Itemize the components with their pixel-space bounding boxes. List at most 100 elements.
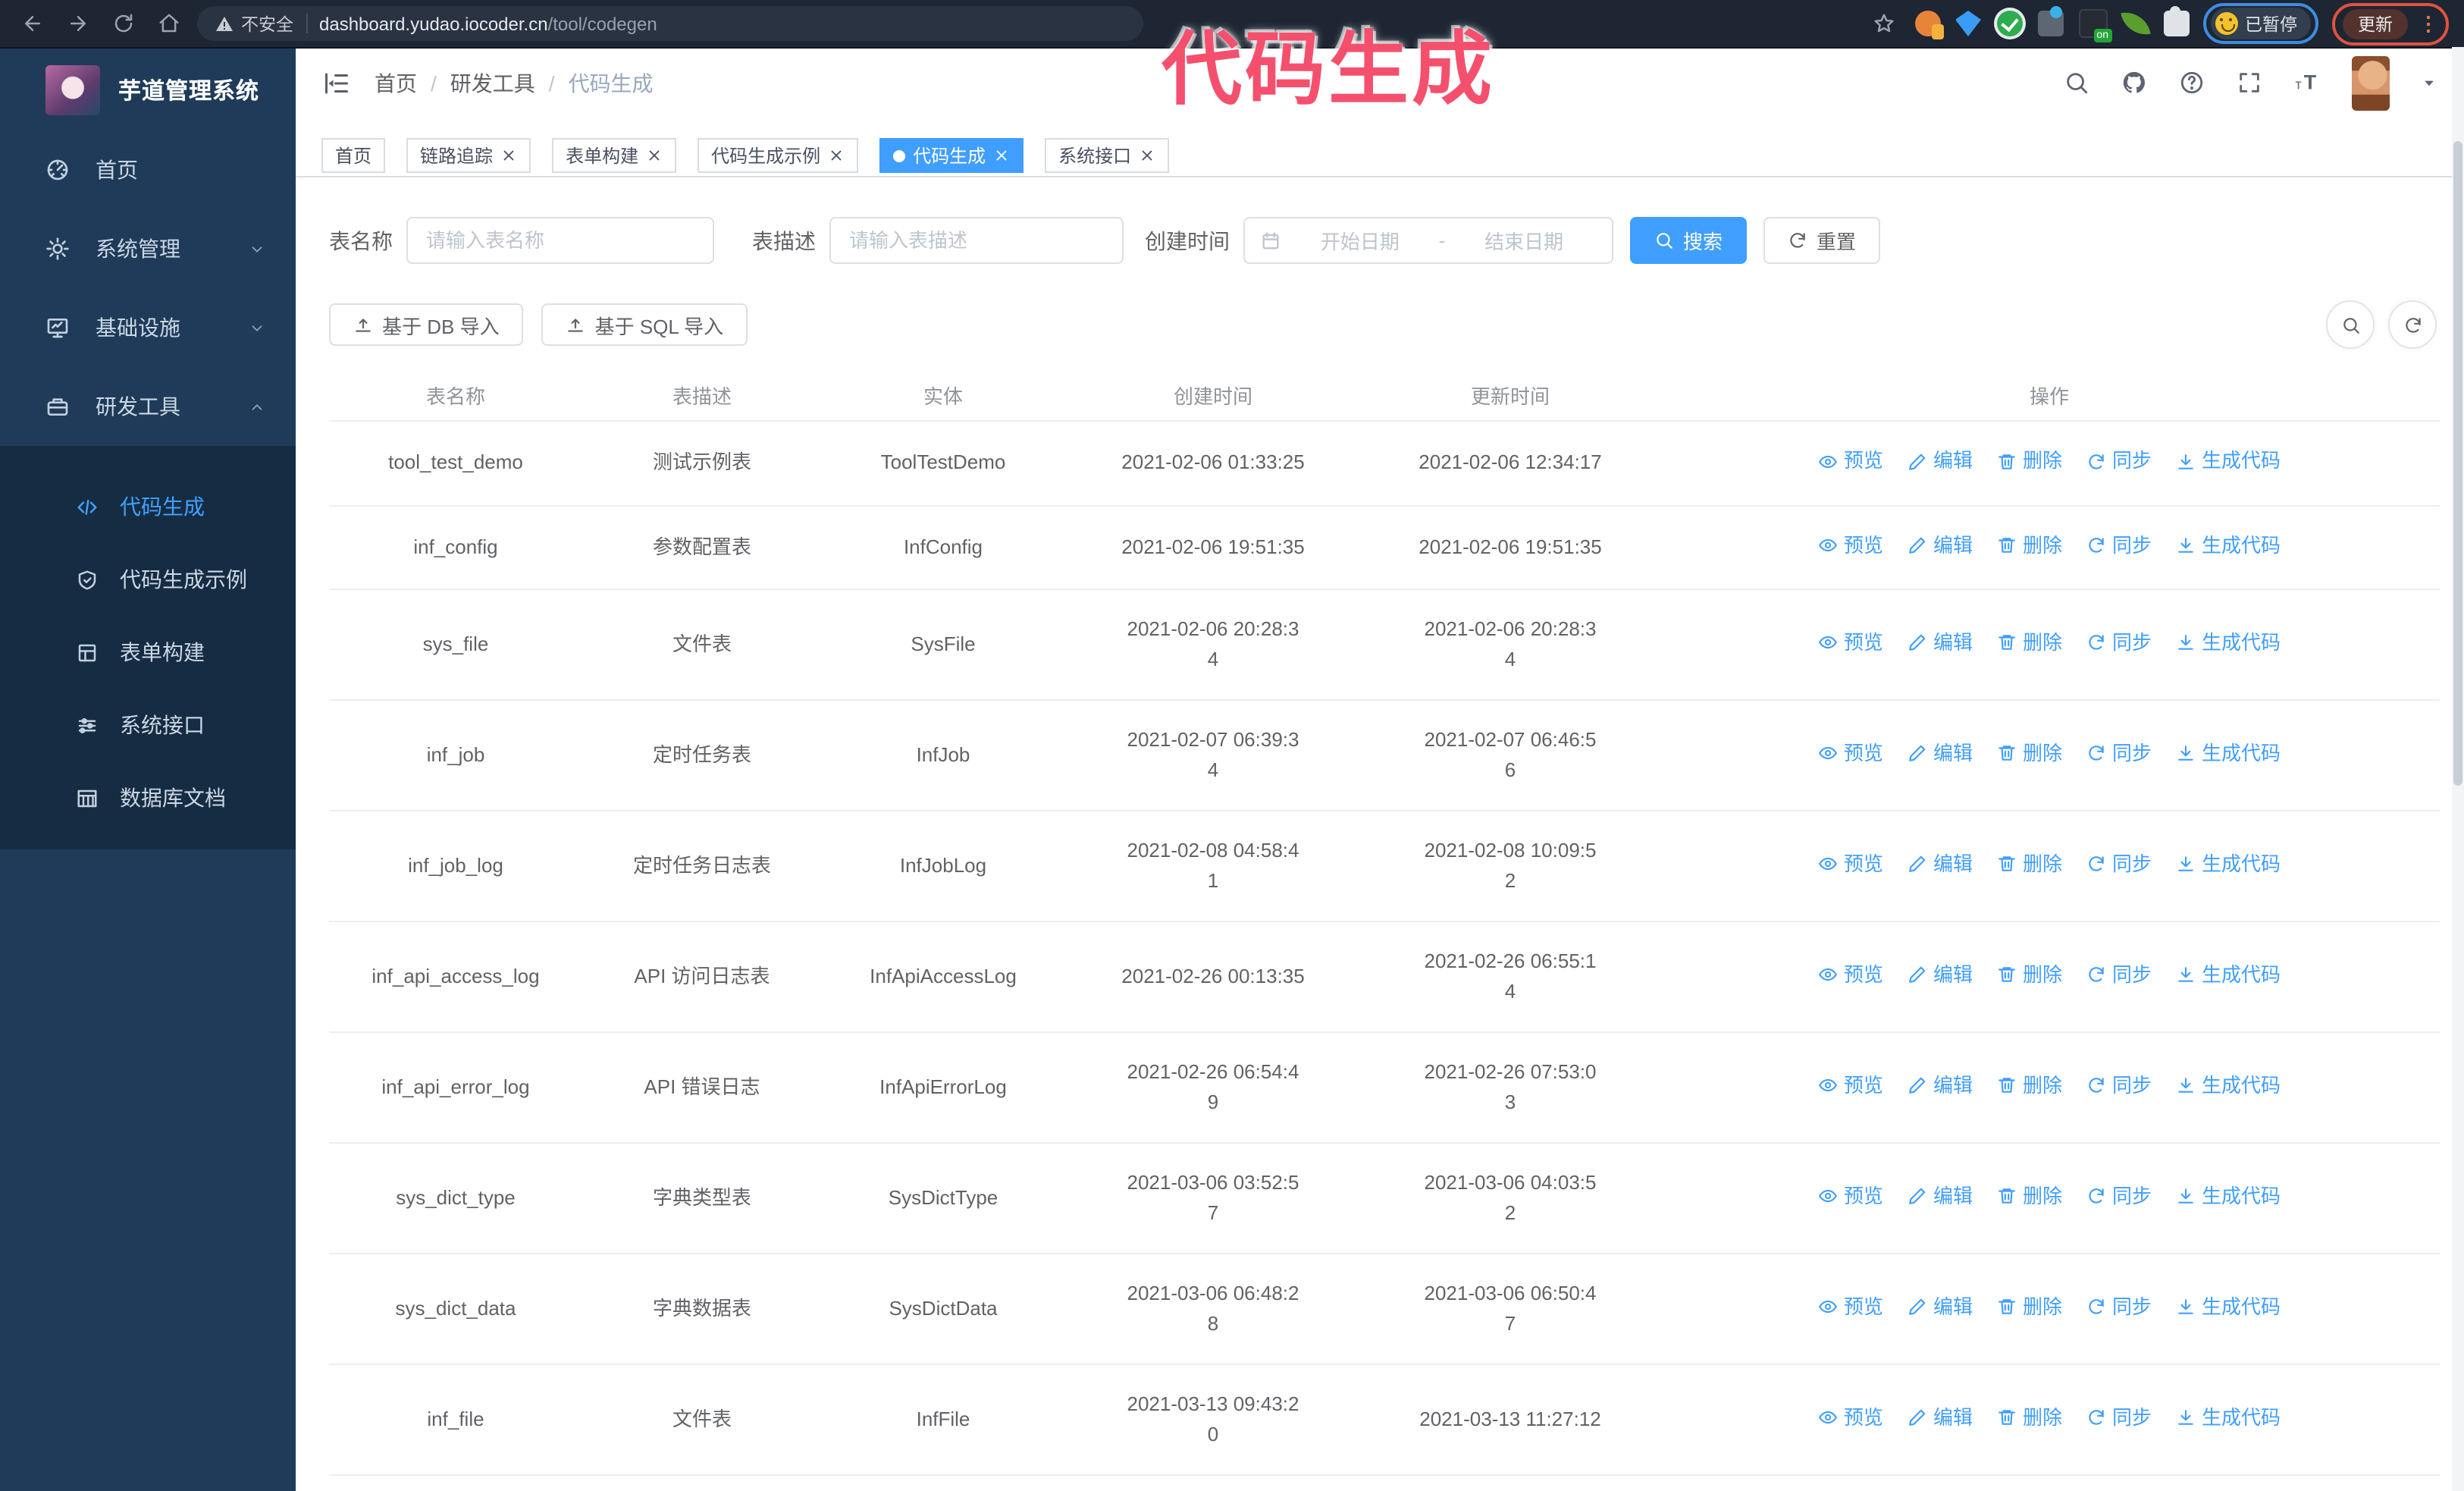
- profile-chip[interactable]: 已暂停: [2202, 3, 2318, 44]
- action-eye[interactable]: 预览: [1818, 849, 1883, 880]
- search-button[interactable]: 搜索: [1630, 217, 1748, 264]
- action-eye[interactable]: 预览: [1818, 628, 1883, 658]
- puzzle-icon[interactable]: [2163, 6, 2189, 36]
- window-scrollbar-thumb[interactable]: [2453, 141, 2462, 786]
- sidebar-menu-item[interactable]: 首页: [0, 130, 296, 209]
- action-eye[interactable]: 预览: [1818, 1403, 1883, 1433]
- sidebar-submenu-item[interactable]: 代码生成示例: [0, 543, 296, 616]
- action-sync[interactable]: 同步: [2086, 849, 2152, 880]
- action-download[interactable]: 生成代码: [2176, 628, 2281, 658]
- close-icon[interactable]: [828, 147, 845, 164]
- recorder-on-icon[interactable]: [2078, 9, 2111, 42]
- action-edit[interactable]: 编辑: [1908, 446, 1973, 476]
- view-tab[interactable]: 表单构建: [552, 138, 677, 173]
- action-edit[interactable]: 编辑: [1908, 628, 1973, 658]
- sidebar-submenu-item[interactable]: 系统接口: [0, 689, 296, 761]
- action-edit[interactable]: 编辑: [1908, 739, 1973, 769]
- action-eye[interactable]: 预览: [1818, 1292, 1883, 1323]
- sidebar-menu-item[interactable]: 研发工具: [0, 367, 296, 446]
- action-sync[interactable]: 同步: [2086, 1071, 2152, 1101]
- action-download[interactable]: 生成代码: [2176, 1182, 2281, 1212]
- action-download[interactable]: 生成代码: [2176, 446, 2281, 476]
- import-sql-button[interactable]: 基于 SQL 导入: [541, 303, 748, 346]
- action-sync[interactable]: 同步: [2086, 628, 2152, 658]
- action-eye[interactable]: 预览: [1818, 1071, 1883, 1101]
- github-icon[interactable]: [2121, 70, 2147, 96]
- back-icon[interactable]: [15, 7, 49, 40]
- action-edit[interactable]: 编辑: [1908, 530, 1973, 560]
- action-eye[interactable]: 预览: [1818, 739, 1883, 769]
- view-tab[interactable]: 链路追踪: [406, 138, 531, 173]
- action-sync[interactable]: 同步: [2086, 1182, 2152, 1212]
- action-trash[interactable]: 删除: [1997, 1292, 2062, 1323]
- action-sync[interactable]: 同步: [2086, 960, 2152, 990]
- action-trash[interactable]: 删除: [1997, 1182, 2062, 1212]
- sidebar-menu-item[interactable]: 系统管理: [0, 209, 296, 288]
- action-trash[interactable]: 删除: [1997, 960, 2062, 990]
- chevron-down-icon[interactable]: [2422, 75, 2437, 90]
- action-eye[interactable]: 预览: [1818, 1182, 1883, 1212]
- avatar[interactable]: [2352, 55, 2390, 110]
- breadcrumb-home[interactable]: 首页: [375, 67, 417, 98]
- gem-icon[interactable]: [1955, 11, 1981, 36]
- view-tab[interactable]: 首页: [321, 138, 386, 173]
- action-edit[interactable]: 编辑: [1908, 1403, 1973, 1433]
- action-download[interactable]: 生成代码: [2176, 530, 2281, 560]
- action-sync[interactable]: 同步: [2086, 446, 2152, 476]
- address-bar[interactable]: 不安全 dashboard.yudao.iocoder.cn/tool/code…: [197, 6, 1143, 41]
- sidebar-submenu-item[interactable]: 数据库文档: [0, 761, 296, 834]
- table-desc-input[interactable]: [829, 217, 1124, 264]
- action-trash[interactable]: 删除: [1997, 849, 2062, 880]
- close-icon[interactable]: [646, 147, 663, 164]
- action-download[interactable]: 生成代码: [2176, 1071, 2281, 1101]
- date-range-picker[interactable]: 开始日期 - 结束日期: [1243, 217, 1613, 264]
- action-trash[interactable]: 删除: [1997, 446, 2062, 476]
- forward-icon[interactable]: [61, 7, 94, 40]
- action-sync[interactable]: 同步: [2086, 1292, 2152, 1323]
- action-download[interactable]: 生成代码: [2176, 849, 2281, 880]
- sidebar-fold-icon[interactable]: [323, 69, 350, 96]
- bookmark-star-icon[interactable]: [1867, 7, 1901, 40]
- action-download[interactable]: 生成代码: [2176, 1292, 2281, 1323]
- action-trash[interactable]: 删除: [1997, 530, 2062, 560]
- action-trash[interactable]: 删除: [1997, 1403, 2062, 1433]
- import-db-button[interactable]: 基于 DB 导入: [329, 303, 524, 346]
- action-download[interactable]: 生成代码: [2176, 1403, 2281, 1433]
- table-name-input[interactable]: [406, 217, 714, 264]
- reload-icon[interactable]: [106, 7, 140, 40]
- action-eye[interactable]: 预览: [1818, 530, 1883, 560]
- toggle-search-button[interactable]: [2326, 300, 2375, 349]
- home-icon[interactable]: [152, 7, 185, 40]
- reset-button[interactable]: 重置: [1763, 217, 1881, 264]
- view-tab[interactable]: 代码生成示例: [698, 138, 859, 173]
- window-scrollbar-track[interactable]: [2452, 47, 2464, 1491]
- fullscreen-icon[interactable]: [2237, 70, 2262, 96]
- action-eye[interactable]: 预览: [1818, 446, 1883, 476]
- font-size-icon[interactable]: тT: [2294, 70, 2320, 96]
- plant-icon[interactable]: [2120, 8, 2150, 39]
- close-icon[interactable]: [1139, 147, 1155, 164]
- action-sync[interactable]: 同步: [2086, 530, 2152, 560]
- action-edit[interactable]: 编辑: [1908, 960, 1973, 990]
- close-icon[interactable]: [500, 147, 517, 164]
- action-eye[interactable]: 预览: [1818, 960, 1883, 990]
- grid-icon[interactable]: [2037, 6, 2063, 36]
- action-download[interactable]: 生成代码: [2176, 960, 2281, 990]
- action-download[interactable]: 生成代码: [2176, 739, 2281, 769]
- check-badge-icon[interactable]: [1996, 11, 2022, 36]
- colorpicker-icon[interactable]: [1914, 11, 1943, 39]
- action-trash[interactable]: 删除: [1997, 1071, 2062, 1101]
- action-edit[interactable]: 编辑: [1908, 849, 1973, 880]
- update-button[interactable]: 更新: [2343, 8, 2408, 39]
- view-tab[interactable]: 系统接口: [1045, 138, 1170, 173]
- view-tab[interactable]: 代码生成: [879, 138, 1024, 173]
- logo-row[interactable]: 芋道管理系统: [0, 49, 296, 130]
- action-edit[interactable]: 编辑: [1908, 1182, 1973, 1212]
- refresh-table-button[interactable]: [2388, 300, 2437, 349]
- search-icon[interactable]: [2064, 70, 2089, 96]
- security-warning[interactable]: 不安全: [215, 11, 293, 36]
- breadcrumb-tools[interactable]: 研发工具: [450, 67, 535, 98]
- sidebar-submenu-item[interactable]: 表单构建: [0, 616, 296, 689]
- action-trash[interactable]: 删除: [1997, 628, 2062, 658]
- sidebar-submenu-item[interactable]: 代码生成: [0, 470, 296, 543]
